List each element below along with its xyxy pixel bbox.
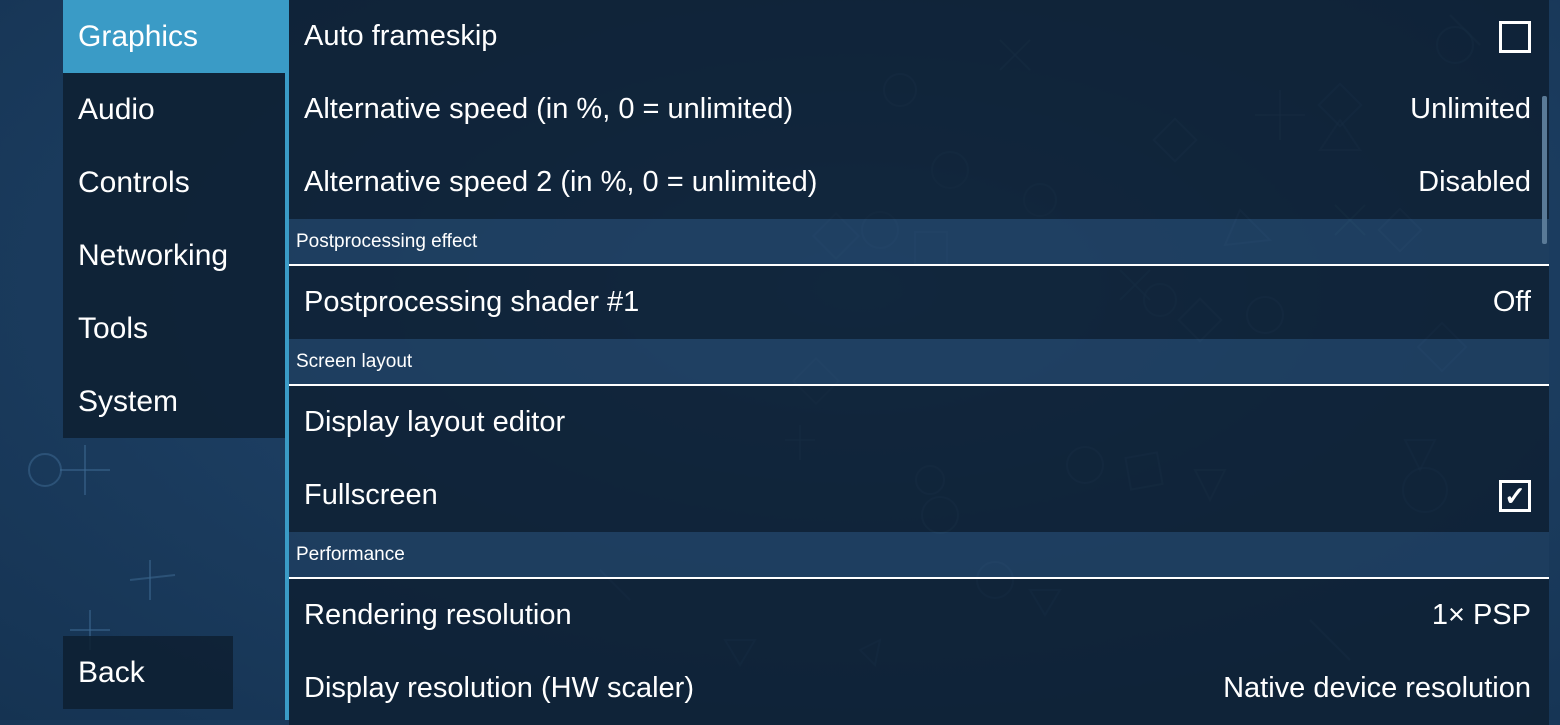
tab-controls[interactable]: Controls [63,146,285,219]
display-layout-editor-label: Display layout editor [304,406,566,438]
tab-system[interactable]: System [63,365,285,438]
postprocessing-shader-value: Off [1492,286,1531,318]
section-header-postprocessing: Postprocessing effect [289,219,1549,266]
auto-frameskip-checkbox[interactable] [1499,21,1531,53]
display-resolution-label: Display resolution (HW scaler) [304,672,694,704]
fullscreen-checkbox[interactable]: ✓ [1499,480,1531,512]
alternative-speed-2-row[interactable]: Alternative speed 2 (in %, 0 = unlimited… [289,146,1549,219]
tab-audio[interactable]: Audio [63,73,285,146]
settings-tabs: Graphics Audio Controls Networking Tools… [63,0,285,438]
performance-header-label: Performance [296,544,405,565]
display-layout-editor-row[interactable]: Display layout editor [289,386,1549,459]
postprocessing-shader-label: Postprocessing shader #1 [304,286,640,318]
screen-layout-header-label: Screen layout [296,351,413,372]
fullscreen-label: Fullscreen [304,479,438,511]
section-header-screen-layout: Screen layout [289,339,1549,386]
alternative-speed-2-value: Disabled [1418,166,1531,198]
alternative-speed-2-label: Alternative speed 2 (in %, 0 = unlimited… [304,166,818,198]
section-header-performance: Performance [289,532,1549,579]
rendering-resolution-label: Rendering resolution [304,599,572,631]
back-button[interactable]: Back [63,636,233,709]
settings-list: Auto frameskip Alternative speed (in %, … [289,0,1549,725]
display-resolution-row[interactable]: Display resolution (HW scaler) Native de… [289,652,1549,725]
tab-networking[interactable]: Networking [63,219,285,292]
tab-tools[interactable]: Tools [63,292,285,365]
alternative-speed-label: Alternative speed (in %, 0 = unlimited) [304,93,794,125]
tab-graphics[interactable]: Graphics [63,0,285,73]
postprocessing-shader-row[interactable]: Postprocessing shader #1 Off [289,266,1549,339]
alternative-speed-value: Unlimited [1410,93,1531,125]
scrollbar[interactable] [1542,96,1547,244]
auto-frameskip-row[interactable]: Auto frameskip [289,0,1549,73]
rendering-resolution-value: 1× PSP [1431,599,1531,631]
display-resolution-value: Native device resolution [1223,672,1531,704]
postprocessing-header-label: Postprocessing effect [296,231,478,252]
rendering-resolution-row[interactable]: Rendering resolution 1× PSP [289,579,1549,652]
alternative-speed-row[interactable]: Alternative speed (in %, 0 = unlimited) … [289,73,1549,146]
auto-frameskip-label: Auto frameskip [304,20,498,52]
fullscreen-row[interactable]: Fullscreen ✓ [289,459,1549,532]
